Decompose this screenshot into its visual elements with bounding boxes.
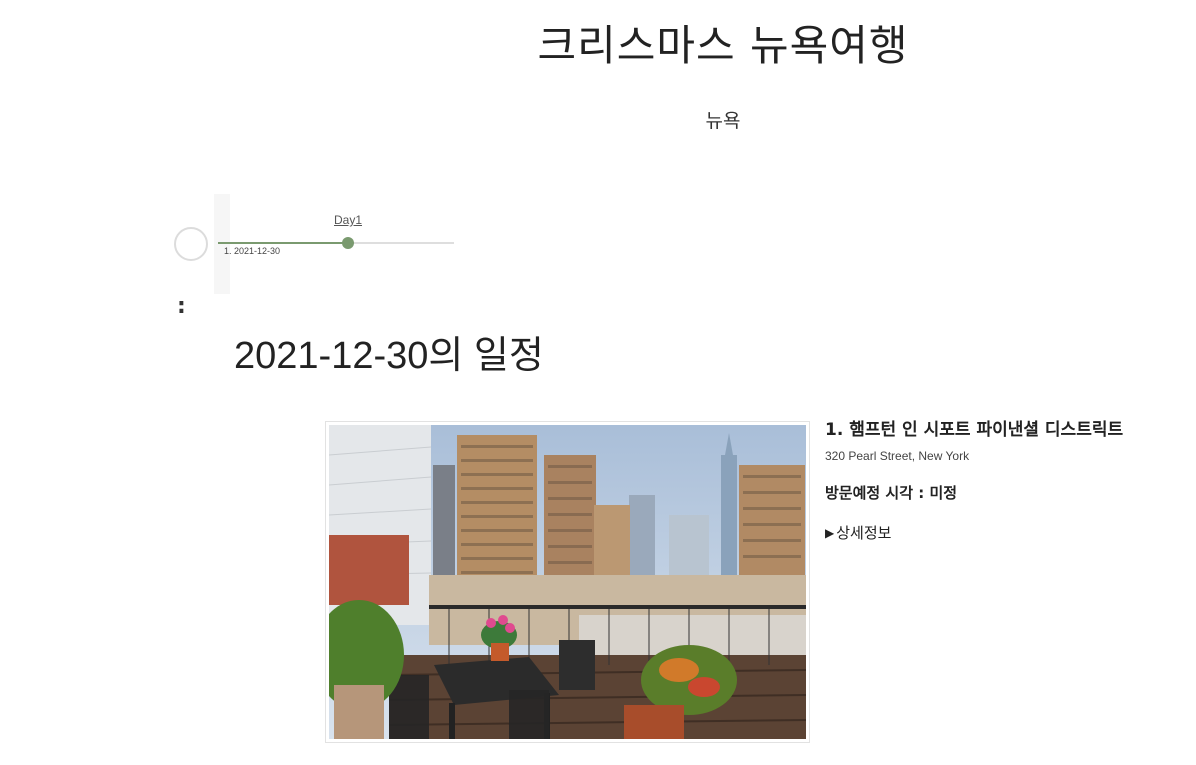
place-name[interactable]: 1. 햄프턴 인 시포트 파이낸셜 디스트릭트 xyxy=(825,420,1145,441)
place-address: 320 Pearl Street, New York xyxy=(825,449,970,463)
schedule-heading: 2021-12-30의 일정 xyxy=(234,335,544,377)
trip-title: 크리스마스 뉴욕여행 xyxy=(537,21,909,70)
triangle-right-icon: ▶ xyxy=(825,525,835,540)
timeline-current-marker[interactable] xyxy=(342,237,354,249)
separator-mark: : xyxy=(177,294,186,319)
details-label: 상세정보 xyxy=(836,524,892,542)
timeline-start-circle[interactable] xyxy=(174,227,208,261)
visit-time: 방문예정 시각 : 미정 xyxy=(825,484,958,502)
timeline-panel xyxy=(214,194,230,294)
details-toggle[interactable]: ▶ 상세정보 xyxy=(825,522,1145,543)
day-date: 1. 2021-12-30 xyxy=(224,246,281,256)
hotel-balcony-image xyxy=(329,425,806,739)
place-photo[interactable] xyxy=(325,421,810,743)
trip-city: 뉴욕 xyxy=(705,110,741,132)
timeline-progress-fill xyxy=(218,242,348,244)
day-link[interactable]: Day1 xyxy=(334,213,362,227)
place-card: 1. 햄프턴 인 시포트 파이낸셜 디스트릭트 320 Pearl Street… xyxy=(825,420,1145,543)
